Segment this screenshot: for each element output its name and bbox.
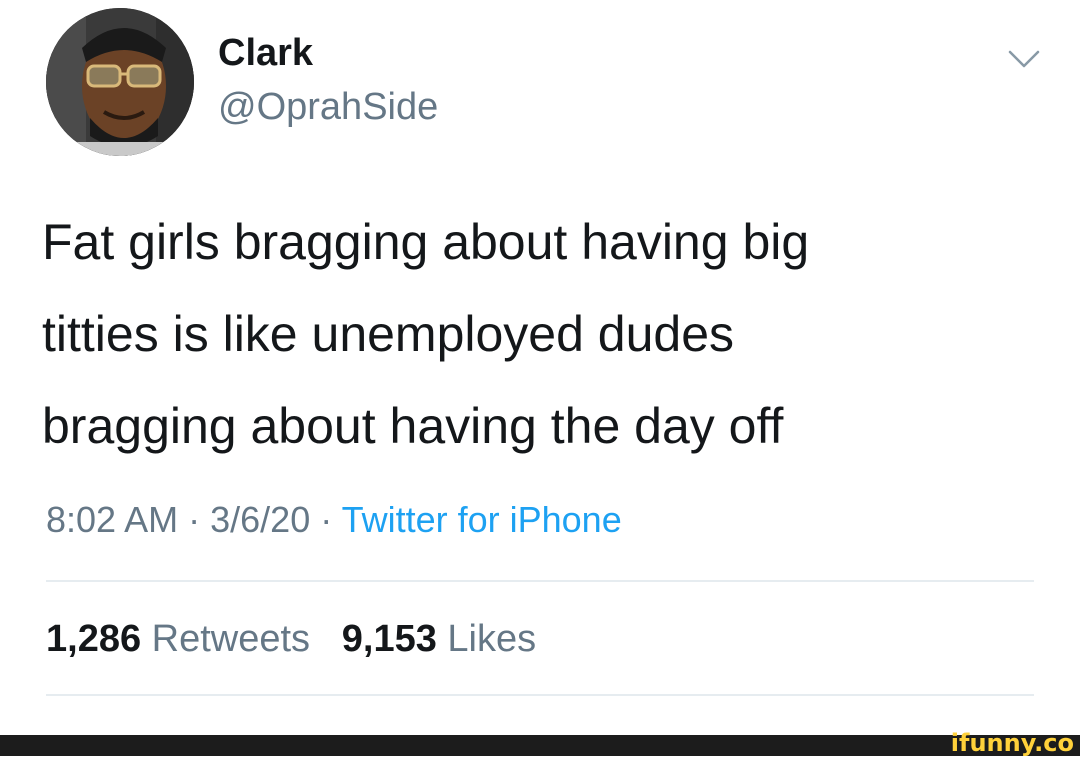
- author-avatar[interactable]: [46, 8, 194, 156]
- tweet-stats: 1,286 Retweets 9,153 Likes: [46, 620, 536, 658]
- likes-label: Likes: [447, 618, 537, 660]
- tweet-time[interactable]: 8:02 AM: [46, 499, 178, 540]
- likes-stat[interactable]: 9,153 Likes: [342, 618, 536, 660]
- meta-separator: ·: [188, 499, 201, 540]
- retweets-label: Retweets: [151, 618, 311, 660]
- divider: [46, 694, 1034, 696]
- likes-count: 9,153: [341, 618, 437, 660]
- avatar-photo: [46, 8, 194, 156]
- tweet-text-line: titties is like unemployed dudes: [42, 306, 735, 362]
- tweet-text-line: bragging about having the day off: [42, 398, 784, 454]
- watermark-bar: [0, 735, 1080, 756]
- retweets-stat[interactable]: 1,286 Retweets: [46, 618, 321, 660]
- tweet-metadata: 8:02 AM · 3/6/20 · Twitter for iPhone: [46, 502, 622, 538]
- tweet-text: Fat girls bragging about having big titt…: [42, 196, 1002, 472]
- divider: [46, 580, 1034, 582]
- tweet-source-link[interactable]: Twitter for iPhone: [342, 499, 622, 540]
- retweets-count: 1,286: [46, 618, 142, 660]
- author-handle[interactable]: @OprahSide: [218, 88, 438, 126]
- ifunny-watermark: ifunny.co: [950, 729, 1074, 757]
- chevron-down-icon[interactable]: [1004, 46, 1044, 74]
- tweet-date[interactable]: 3/6/20: [210, 499, 310, 540]
- meta-separator: ·: [320, 499, 333, 540]
- author-display-name[interactable]: Clark: [218, 34, 313, 72]
- tweet-text-line: Fat girls bragging about having big: [42, 214, 810, 270]
